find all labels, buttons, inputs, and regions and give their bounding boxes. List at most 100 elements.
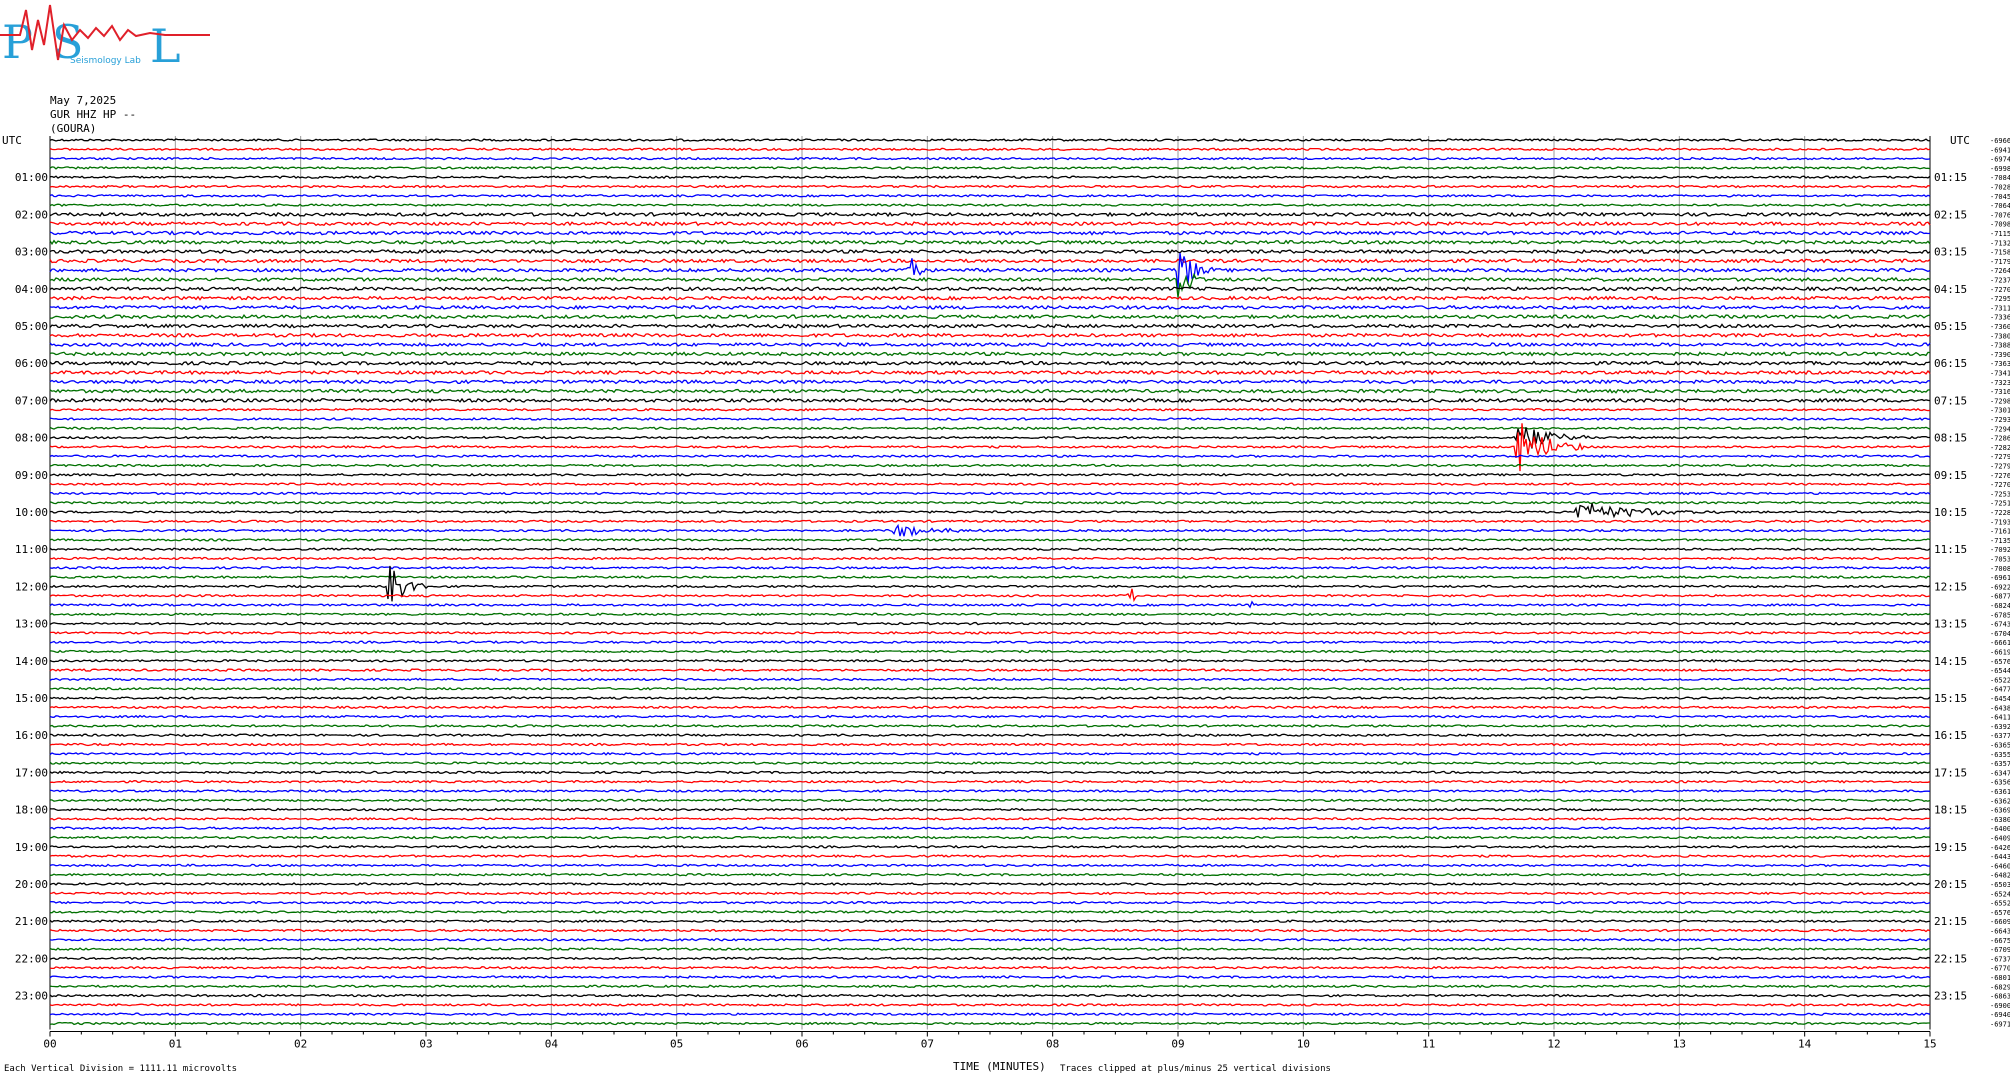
left-hour-label: 03:00	[15, 246, 48, 259]
trace-offset-label: -6454	[1990, 695, 2010, 703]
trace-offset-label: -6392	[1990, 723, 2010, 731]
trace-line	[49, 742, 1931, 747]
trace-offset-label: -7028	[1990, 184, 2010, 192]
trace-offset-label: -7323	[1990, 379, 2010, 387]
trace-line	[49, 258, 1931, 264]
trace-line	[49, 835, 1931, 840]
trace-offset-label: -7336	[1990, 314, 2010, 322]
trace-offset-label: -6400	[1990, 825, 2010, 833]
trace-offset-label: -7298	[1990, 397, 2010, 405]
trace-offset-label: -6922	[1990, 583, 2010, 591]
trace-line	[49, 882, 1931, 886]
right-hour-label: 11:15	[1934, 543, 1967, 556]
trace-line	[49, 379, 1930, 385]
trace-line	[49, 854, 1931, 859]
trace-line	[49, 705, 1931, 710]
x-tick-label: 04	[545, 1038, 559, 1051]
footer-clip-note: Traces clipped at plus/minus 25 vertical…	[1060, 1064, 1331, 1074]
trace-offset-label: -6661	[1990, 639, 2010, 647]
trace-offset-label: -6426	[1990, 844, 2010, 852]
trace-line	[49, 658, 1931, 663]
trace-offset-label: -6411	[1990, 714, 2010, 722]
trace-line	[49, 313, 1931, 320]
left-hour-label: 09:00	[15, 469, 48, 482]
trace-line	[49, 547, 1931, 552]
trace-line	[49, 844, 1931, 849]
trace-line	[49, 417, 1930, 421]
trace-offset-label: -6619	[1990, 649, 2010, 657]
trace-offset-label: -6971	[1990, 1021, 2010, 1029]
trace-line	[49, 575, 1931, 580]
trace-line	[49, 993, 1931, 998]
trace-line	[49, 472, 1931, 477]
trace-line	[49, 761, 1930, 765]
trace-offset-label: -7270	[1990, 286, 2010, 294]
trace-offset-label: -6522	[1990, 676, 2010, 684]
x-tick-label: 05	[670, 1038, 683, 1051]
x-tick-label: 03	[419, 1038, 432, 1051]
right-hour-label: 06:15	[1934, 357, 1967, 370]
left-hour-label: 02:00	[15, 208, 48, 221]
x-tick-label: 13	[1673, 1038, 1686, 1051]
trace-offset-label: -7092	[1990, 546, 2010, 554]
trace-offset-label: -6482	[1990, 872, 2010, 880]
trace-line	[49, 423, 1931, 472]
trace-offset-label: -6438	[1990, 704, 2010, 712]
trace-line	[49, 211, 1931, 218]
trace-line	[49, 807, 1931, 812]
trace-line	[49, 286, 1931, 292]
trace-line	[49, 166, 1931, 170]
trace-line	[49, 523, 1931, 538]
trace-line	[50, 900, 1931, 905]
trace-line	[49, 863, 1931, 868]
trace-offset-label: -6829	[1990, 983, 2010, 991]
trace-offset-label: -6609	[1990, 918, 2010, 926]
trace-offset-label: -6552	[1990, 900, 2010, 908]
trace-offset-label: -6365	[1990, 742, 2010, 750]
right-hour-label: 02:15	[1934, 208, 1967, 221]
trace-line	[49, 463, 1931, 468]
right-hour-label: 09:15	[1934, 469, 1967, 482]
trace-line	[50, 519, 1931, 524]
trace-line	[50, 491, 1931, 496]
trace-offset-label: -7286	[1990, 435, 2010, 443]
trace-line	[49, 1021, 1930, 1026]
trace-line	[49, 640, 1931, 645]
trace-offset-label: -7264	[1990, 267, 2010, 275]
trace-line	[49, 341, 1931, 348]
trace-offset-label: -6357	[1990, 760, 2010, 768]
trace-offset-label: -7132	[1990, 239, 2010, 247]
trace-offset-label: -7276	[1990, 472, 2010, 480]
trace-offset-label: -6941	[1990, 146, 2010, 154]
trace-offset-label: -7179	[1990, 258, 2010, 266]
trace-offset-label: -7084	[1990, 174, 2010, 182]
right-hour-label: 23:15	[1934, 990, 1967, 1003]
trace-line	[49, 733, 1931, 738]
trace-offset-label: -7115	[1990, 230, 2010, 238]
left-hour-label: 04:00	[15, 283, 48, 296]
x-tick-label: 12	[1547, 1038, 1560, 1051]
left-hour-label: 06:00	[15, 357, 48, 370]
trace-offset-label: -7251	[1990, 500, 2010, 508]
trace-line	[49, 723, 1931, 728]
trace-offset-label: -6460	[1990, 862, 2010, 870]
trace-line	[49, 184, 1931, 189]
x-tick-label: 11	[1422, 1038, 1435, 1051]
trace-line	[49, 272, 1931, 298]
trace-offset-label: -7237	[1990, 277, 2010, 285]
right-hour-label: 01:15	[1934, 171, 1967, 184]
x-axis-title: TIME (MINUTES)	[953, 1060, 1046, 1073]
left-hour-label: 13:00	[15, 618, 48, 631]
trace-line	[49, 193, 1931, 198]
left-hour-label: 01:00	[15, 171, 48, 184]
x-tick-label: 06	[795, 1038, 808, 1051]
trace-offset-label: -7311	[1990, 304, 2010, 312]
right-hour-label: 07:15	[1934, 394, 1967, 407]
trace-line	[49, 928, 1931, 933]
x-tick-label: 02	[294, 1038, 307, 1051]
trace-line	[49, 332, 1931, 339]
trace-line	[49, 407, 1931, 412]
x-tick-label: 00	[43, 1038, 56, 1051]
trace-line	[49, 295, 1931, 301]
trace-offset-label: -6477	[1990, 686, 2010, 694]
